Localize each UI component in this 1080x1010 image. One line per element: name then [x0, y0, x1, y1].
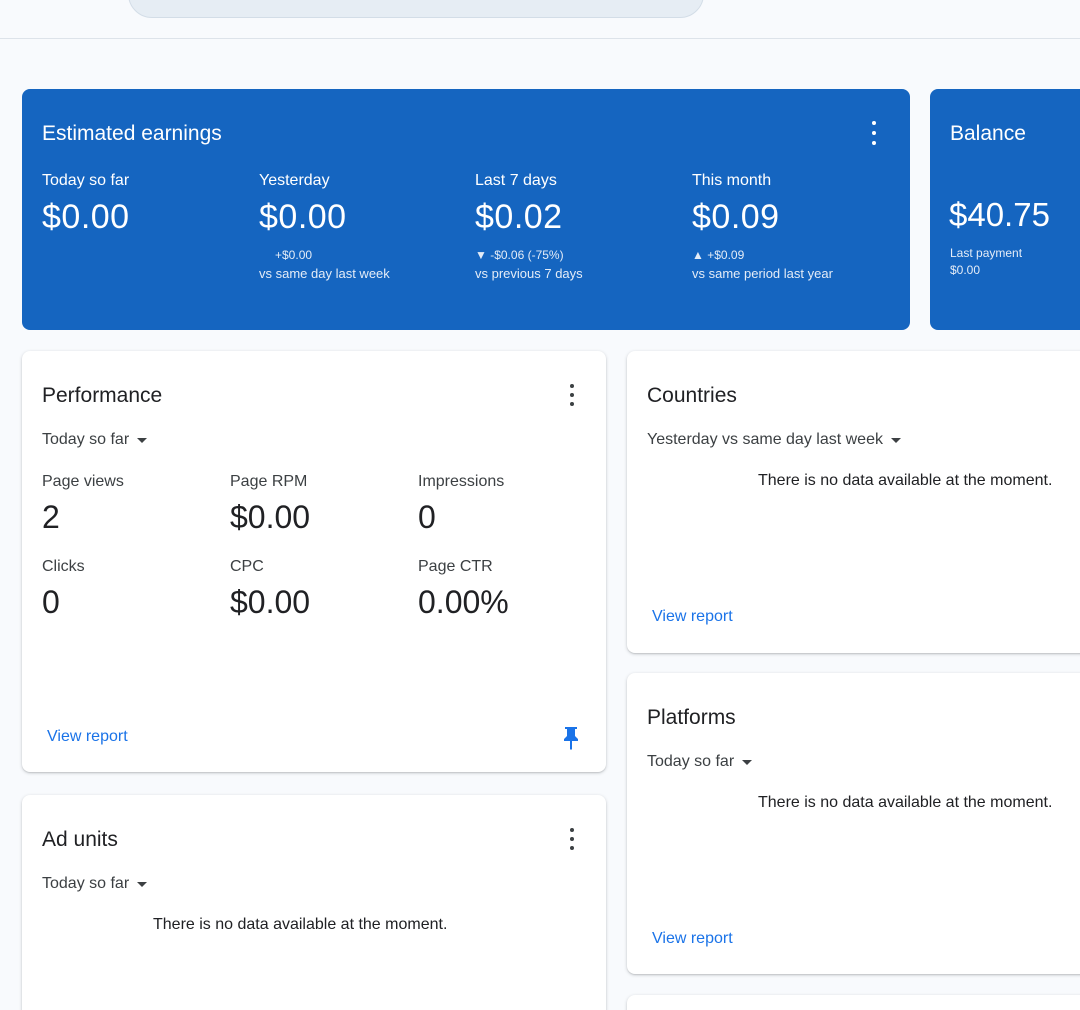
stat-label: Impressions: [418, 473, 505, 490]
period-label: Yesterday vs same day last week: [647, 431, 883, 448]
metric-label: Today so far: [42, 172, 130, 189]
platforms-no-data-message: There is no data available at the moment…: [758, 794, 1053, 811]
caret-down-icon: [742, 759, 753, 765]
stat-value: 0: [42, 584, 60, 620]
balance-card[interactable]: Balance $40.75 Last payment $0.00: [930, 89, 1080, 330]
performance-view-report-link[interactable]: View report: [47, 728, 128, 746]
caret-down-icon: [137, 437, 148, 443]
caret-down-icon: [137, 881, 148, 887]
search-bar[interactable]: [128, 0, 704, 18]
stat-value: 2: [42, 499, 60, 535]
metric-value: $0.09: [692, 198, 780, 236]
metric-label: Yesterday: [259, 172, 330, 189]
stat-label: Page views: [42, 473, 124, 490]
metric-change: ▲ +$0.09: [692, 248, 745, 262]
countries-view-report-link[interactable]: View report: [652, 608, 733, 626]
platforms-card: Platforms Today so far There is no data …: [627, 673, 1080, 974]
last-payment-value: $0.00: [950, 263, 981, 277]
metric-today-so-far: Today so far $0.00: [42, 172, 252, 237]
stat-value: $0.00: [230, 499, 311, 535]
stat-page-rpm: Page RPM $0.00: [230, 473, 410, 536]
last-payment-label: Last payment: [950, 246, 1023, 260]
stat-cpc: CPC $0.00: [230, 558, 410, 621]
adsense-home-page: Estimated earnings Today so far $0.00 Ye…: [0, 0, 1080, 1010]
metric-change: ▼ -$0.06 (-75%): [475, 248, 564, 262]
stat-impressions: Impressions 0: [418, 473, 598, 536]
metric-yesterday: Yesterday $0.00 +$0.00 vs same day last …: [259, 172, 469, 283]
ad-units-card: Ad units Today so far There is no data a…: [22, 795, 606, 1010]
period-label: Today so far: [647, 753, 735, 770]
metric-change: +$0.00: [275, 248, 313, 262]
stat-page-ctr: Page CTR 0.00%: [418, 558, 598, 621]
stat-label: Page RPM: [230, 473, 308, 490]
metric-value: $0.02: [475, 198, 563, 236]
balance-title: Balance: [950, 122, 1026, 145]
next-card: [627, 995, 1080, 1010]
caret-down-icon: [890, 437, 901, 443]
countries-period-dropdown[interactable]: Yesterday vs same day last week: [647, 431, 901, 449]
metric-label: Last 7 days: [475, 172, 557, 189]
ad-units-more-options-icon[interactable]: [562, 828, 582, 850]
platforms-view-report-link[interactable]: View report: [652, 930, 733, 948]
ad-units-no-data-message: There is no data available at the moment…: [153, 916, 448, 933]
metric-compare: vs same period last year: [692, 266, 833, 281]
metric-compare: vs same day last week: [259, 266, 390, 281]
stat-label: Page CTR: [418, 558, 493, 575]
stat-label: Clicks: [42, 558, 85, 575]
metric-this-month: This month $0.09 ▲ +$0.09 vs same period…: [692, 172, 902, 283]
metric-value: $0.00: [259, 198, 347, 236]
countries-card: Countries Yesterday vs same day last wee…: [627, 351, 1080, 653]
performance-card: Performance Today so far Page views 2 Pa…: [22, 351, 606, 772]
earnings-more-options-icon[interactable]: [864, 121, 884, 145]
stat-value: $0.00: [230, 584, 311, 620]
stat-value: 0.00%: [418, 584, 509, 620]
stat-clicks: Clicks 0: [42, 558, 222, 621]
stat-page-views: Page views 2: [42, 473, 222, 536]
earnings-title: Estimated earnings: [42, 122, 222, 145]
stat-label: CPC: [230, 558, 264, 575]
period-label: Today so far: [42, 875, 130, 892]
period-label: Today so far: [42, 431, 130, 448]
platforms-title: Platforms: [647, 706, 736, 729]
platforms-period-dropdown[interactable]: Today so far: [647, 753, 753, 771]
performance-period-dropdown[interactable]: Today so far: [42, 431, 148, 449]
ad-units-title: Ad units: [42, 828, 118, 851]
performance-title: Performance: [42, 384, 163, 407]
estimated-earnings-card: Estimated earnings Today so far $0.00 Ye…: [22, 89, 910, 330]
metric-compare: vs previous 7 days: [475, 266, 583, 281]
ad-units-period-dropdown[interactable]: Today so far: [42, 875, 148, 893]
stat-value: 0: [418, 499, 436, 535]
pin-icon[interactable]: [562, 725, 580, 751]
performance-more-options-icon[interactable]: [562, 384, 582, 406]
metric-last-7-days: Last 7 days $0.02 ▼ -$0.06 (-75%) vs pre…: [475, 172, 685, 283]
top-app-bar: [0, 0, 1080, 39]
balance-value: $40.75: [949, 196, 1050, 233]
countries-no-data-message: There is no data available at the moment…: [758, 472, 1053, 489]
metric-value: $0.00: [42, 198, 130, 236]
metric-label: This month: [692, 172, 772, 189]
last-payment: Last payment $0.00: [950, 245, 1022, 279]
countries-title: Countries: [647, 384, 737, 407]
